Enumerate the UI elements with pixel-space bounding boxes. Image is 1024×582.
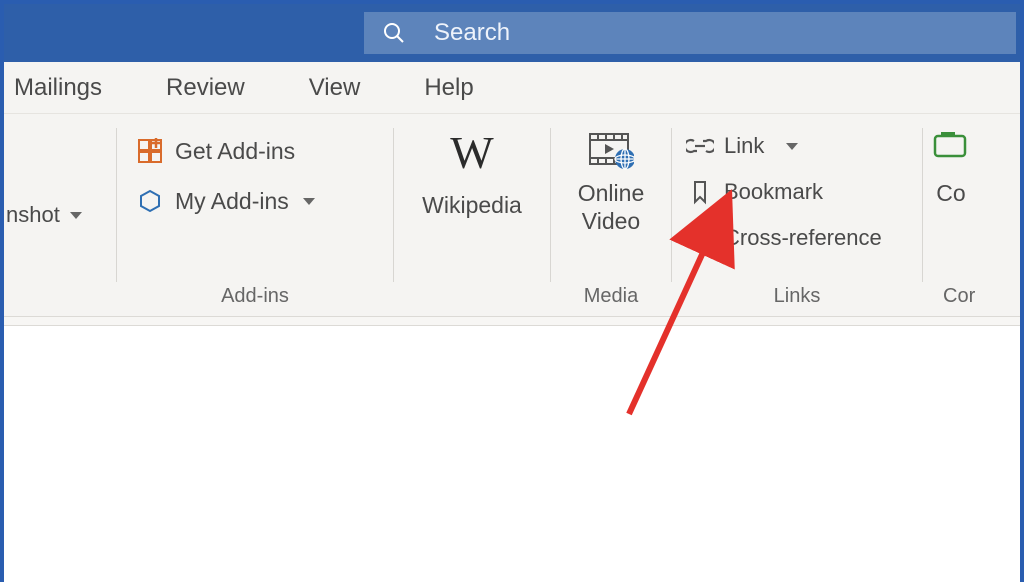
bookmark-button[interactable]: Bookmark: [686, 172, 882, 212]
online-video-button[interactable]: Online Video: [578, 124, 644, 235]
wikipedia-button[interactable]: W Wikipedia: [422, 124, 522, 219]
screenshot-label: nshot: [6, 202, 60, 228]
bookmark-icon: [686, 179, 714, 205]
tab-help[interactable]: Help: [414, 74, 483, 102]
comment-icon: [931, 130, 971, 170]
screenshot-button[interactable]: nshot: [0, 195, 88, 235]
get-addins-button[interactable]: Get Add-ins: [135, 136, 315, 166]
search-icon: [382, 21, 406, 45]
group-links: Link Bookmark Cross-reference: [672, 114, 922, 316]
get-addins-label: Get Add-ins: [175, 138, 295, 165]
group-label-screenshot: [4, 283, 108, 312]
my-addins-icon: [135, 186, 165, 216]
wikipedia-label: Wikipedia: [422, 192, 522, 219]
document-page[interactable]: [4, 326, 1020, 582]
group-wikipedia: W Wikipedia: [394, 114, 550, 316]
search-placeholder: Search: [434, 19, 510, 47]
tab-review[interactable]: Review: [156, 74, 255, 102]
my-addins-label: My Add-ins: [175, 188, 289, 215]
ribbon: nshot Get Add-ins: [4, 114, 1020, 316]
title-bar: Search: [4, 4, 1020, 62]
ribbon-tabs: Mailings Review View Help: [4, 62, 1020, 114]
tab-mailings[interactable]: Mailings: [4, 74, 112, 102]
link-label: Link: [724, 133, 764, 159]
chevron-down-icon: [70, 212, 82, 219]
group-label-links: Links: [680, 283, 914, 312]
ruler: [4, 316, 1020, 326]
group-label-comments: Cor: [931, 283, 1012, 312]
group-label-wikipedia: [402, 283, 542, 312]
my-addins-button[interactable]: My Add-ins: [135, 186, 315, 216]
bookmark-label: Bookmark: [724, 179, 823, 205]
search-box[interactable]: Search: [364, 12, 1016, 54]
group-screenshot: nshot: [4, 114, 116, 316]
group-comments: Co Cor: [923, 114, 1020, 316]
cross-reference-icon: [686, 226, 714, 250]
chevron-down-icon: [303, 198, 315, 205]
group-label-media: Media: [559, 283, 663, 312]
online-video-label: Online Video: [578, 180, 644, 235]
comment-button[interactable]: Co: [931, 124, 971, 207]
comment-label: Co: [936, 180, 965, 207]
link-icon: [686, 136, 714, 156]
group-addins: Get Add-ins My Add-ins Add-ins: [117, 114, 393, 316]
link-button[interactable]: Link: [686, 126, 882, 166]
online-video-icon: [588, 130, 634, 172]
cross-reference-label: Cross-reference: [724, 225, 882, 251]
chevron-down-icon: [786, 143, 798, 150]
tab-view[interactable]: View: [299, 74, 371, 102]
wikipedia-icon: W: [450, 130, 493, 176]
get-addins-icon: [135, 136, 165, 166]
group-media: Online Video Media: [551, 114, 671, 316]
cross-reference-button[interactable]: Cross-reference: [686, 218, 882, 258]
group-label-addins: Add-ins: [125, 283, 385, 312]
